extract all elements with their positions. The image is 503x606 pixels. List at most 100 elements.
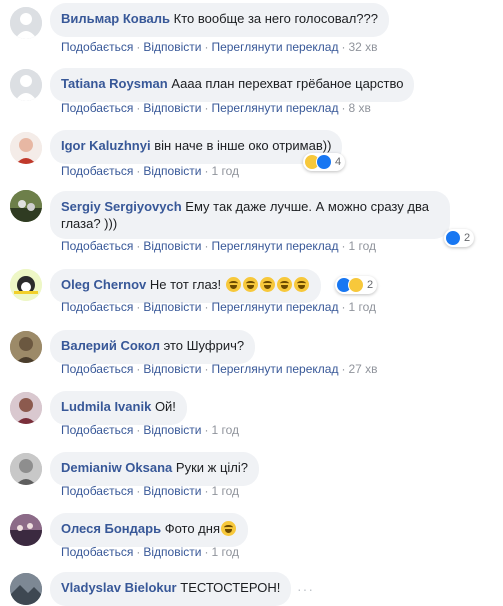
like-link[interactable]: Подобається [61, 239, 133, 253]
separator: · [204, 300, 209, 314]
comment-bubble: Vladyslav Bielokur ТЕСТОСТЕРОН! [50, 572, 292, 606]
reply-link[interactable]: Відповісти [143, 484, 201, 498]
separator: · [136, 423, 141, 437]
reaction-summary[interactable]: 2 [444, 229, 475, 247]
separator: · [341, 239, 346, 253]
default-avatar-icon [10, 69, 42, 101]
laughing-emoji-icon [276, 277, 292, 292]
reaction-summary[interactable]: 4 [303, 153, 346, 171]
like-link[interactable]: Подобається [61, 484, 133, 498]
comment-author[interactable]: Igor Kaluzhnyi [61, 138, 151, 153]
like-link[interactable]: Подобається [61, 362, 133, 376]
comment-text: это Шуфрич? [163, 338, 245, 353]
comment-text: Фото дня [164, 521, 220, 536]
separator: · [341, 300, 346, 314]
comment-bubble: Demianiw Oksana Руки ж цілі? [50, 452, 259, 486]
reply-link[interactable]: Відповісти [143, 40, 201, 54]
user-photo-icon [10, 331, 42, 363]
comment-actions: Подобається · Відповісти · 1 год [61, 423, 239, 437]
reply-link[interactable]: Відповісти [143, 239, 201, 253]
comment-text: Аааа план перехват грёбаное царство [171, 76, 404, 91]
avatar[interactable] [10, 269, 42, 301]
default-avatar-icon [10, 7, 42, 39]
translate-link[interactable]: Переглянути переклад [211, 300, 338, 314]
comment-text: він наче в інше око отримав)) [154, 138, 332, 153]
translate-link[interactable]: Переглянути переклад [211, 40, 338, 54]
comment-time[interactable]: 27 хв [348, 362, 377, 376]
comment-author[interactable]: Demianiw Oksana [61, 460, 172, 475]
like-link[interactable]: Подобається [61, 101, 133, 115]
comment: Олеся Бондарь Фото дня Подобається · Відпо… [0, 510, 503, 566]
comment-time[interactable]: 1 год [211, 164, 239, 178]
reaction-count: 2 [367, 279, 374, 291]
comment-author[interactable]: Олеся Бондарь [61, 521, 161, 536]
like-link[interactable]: Подобається [61, 545, 133, 559]
laughing-emoji-icon [242, 277, 258, 292]
comment-text: Не тот глаз! [149, 277, 222, 292]
comment-time[interactable]: 1 год [211, 484, 239, 498]
comment-time[interactable]: 1 год [348, 300, 376, 314]
comment: Tatiana Roysman Аааа план перехват грёба… [0, 64, 503, 124]
avatar[interactable] [10, 392, 42, 424]
like-link[interactable]: Подобається [61, 164, 133, 178]
avatar[interactable] [10, 69, 42, 101]
comment-bubble: Sergiy Sergiyovych Ему так даже лучше. А… [50, 191, 450, 239]
comment-bubble: Валерий Сокол это Шуфрич? [50, 330, 256, 364]
translate-link[interactable]: Переглянути переклад [211, 362, 338, 376]
comment-author[interactable]: Tatiana Roysman [61, 76, 168, 91]
laughing-emoji-icon [259, 277, 275, 292]
comment-author[interactable]: Вильмар Коваль [61, 11, 170, 26]
comment-author[interactable]: Ludmila Ivanik [61, 399, 151, 414]
avatar[interactable] [10, 132, 42, 164]
reaction-summary[interactable]: 2 [335, 276, 378, 294]
comment-text: Ему так даже лучше. А можно сразу два [185, 199, 429, 214]
reply-link[interactable]: Відповісти [143, 164, 201, 178]
user-photo-icon [10, 573, 42, 605]
avatar[interactable] [10, 453, 42, 485]
haha-reaction-icon [348, 277, 364, 293]
translate-link[interactable]: Переглянути переклад [211, 101, 338, 115]
user-photo-icon [10, 453, 42, 485]
avatar[interactable] [10, 573, 42, 605]
like-link[interactable]: Подобається [61, 423, 133, 437]
comment-author[interactable]: Sergiy Sergiyovych [61, 199, 182, 214]
user-photo-icon [10, 514, 42, 546]
comment-text-continued: глаза? ))) [61, 216, 118, 231]
user-photo-icon [10, 269, 42, 301]
separator: · [136, 40, 141, 54]
laughing-emoji-icon [221, 521, 236, 536]
like-link[interactable]: Подобається [61, 300, 133, 314]
reply-link[interactable]: Відповісти [143, 101, 201, 115]
avatar[interactable] [10, 190, 42, 222]
user-photo-icon [10, 190, 42, 222]
reply-link[interactable]: Відповісти [143, 362, 201, 376]
comment-actions: Подобається · Відповісти · 1 год [61, 164, 239, 178]
comment-author[interactable]: Oleg Chernov [61, 277, 146, 292]
separator: · [136, 300, 141, 314]
comment-actions: Подобається · Відповісти · 1 год [61, 545, 239, 559]
comment-actions: Подобається · Відповісти · Переглянути перек… [61, 40, 378, 54]
comment-time[interactable]: 32 хв [348, 40, 377, 54]
reply-link[interactable]: Відповісти [143, 545, 201, 559]
comment-time[interactable]: 1 год [211, 545, 239, 559]
separator: · [136, 362, 141, 376]
comment-time[interactable]: 8 хв [348, 101, 370, 115]
comment-bubble: Вильмар Коваль Кто вообще за него голосо… [50, 3, 389, 37]
comment-time[interactable]: 1 год [348, 239, 376, 253]
avatar[interactable] [10, 7, 42, 39]
comment: Demianiw Oksana Руки ж цілі? Подобається… [0, 449, 503, 505]
comment-bubble: Ludmila Ivanik Ой! [50, 391, 187, 425]
separator: · [204, 239, 209, 253]
comment-time[interactable]: 1 год [211, 423, 239, 437]
comment-author[interactable]: Валерий Сокол [61, 338, 160, 353]
more-options-icon[interactable]: ··· [297, 581, 314, 597]
like-link[interactable]: Подобається [61, 40, 133, 54]
translate-link[interactable]: Переглянути переклад [211, 239, 338, 253]
avatar[interactable] [10, 331, 42, 363]
separator: · [136, 239, 141, 253]
comment-author[interactable]: Vladyslav Bielokur [61, 580, 177, 595]
comment: Sergiy Sergiyovych Ему так даже лучше. А… [0, 188, 503, 260]
avatar[interactable] [10, 514, 42, 546]
reply-link[interactable]: Відповісти [143, 423, 201, 437]
reply-link[interactable]: Відповісти [143, 300, 201, 314]
